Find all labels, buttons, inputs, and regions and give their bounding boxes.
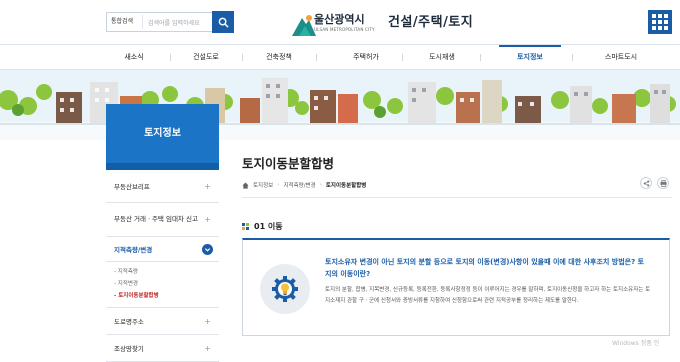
lnb-item-label: 부동산 거래ㆍ주택 임대차 신고 xyxy=(114,215,198,223)
lnb-item-label: 부동산브리프 xyxy=(114,183,150,191)
nav-divider xyxy=(402,54,403,61)
grid-icon xyxy=(652,14,656,18)
lnb-item-road-address[interactable]: 도로명주소 + xyxy=(106,308,219,335)
page-title: 토지이동분할합병 xyxy=(242,156,335,171)
search-button[interactable] xyxy=(212,11,234,33)
nav-divider xyxy=(316,54,317,61)
search-scope-select[interactable]: 통합검색 xyxy=(107,15,143,29)
gnb-item-regeneration[interactable]: 도시재생 xyxy=(411,45,473,69)
chevron-down-icon[interactable] xyxy=(202,243,213,255)
lnb-item-label: 조상땅찾기 xyxy=(114,345,144,353)
lnb-item-real-estate-brief[interactable]: 부동산브리프 + xyxy=(106,170,219,203)
lightbulb-gear-icon xyxy=(272,276,298,302)
divider xyxy=(242,197,672,198)
lnb-item-transaction-report[interactable]: 부동산 거래ㆍ주택 임대차 신고 + xyxy=(106,203,219,237)
nav-divider xyxy=(572,54,573,61)
info-illustration xyxy=(260,264,310,314)
info-box: 토지소유자 변경이 아닌 토지의 분할 등으로 토지의 이동(변경)사항이 있을… xyxy=(242,238,670,336)
breadcrumb-current: 토지이동분할합병 xyxy=(325,183,367,189)
plus-icon: + xyxy=(204,343,211,353)
logo-name: 울산광역시 xyxy=(314,13,365,26)
share-icon xyxy=(643,180,649,186)
main-nav: 새소식 건설도로 건축정책 주택허가 도시재생 토지정보 스마트도시 xyxy=(0,44,680,70)
plus-icon: + xyxy=(204,215,211,224)
gnb-item-news[interactable]: 새소식 xyxy=(103,45,165,69)
lnb-sub-survey[interactable]: - 지적측량 xyxy=(114,266,219,278)
nav-divider xyxy=(480,54,481,61)
lnb-item-label: 지적측량/변경 xyxy=(114,246,153,254)
lnb-title-bar xyxy=(106,163,219,170)
print-icon xyxy=(659,179,667,187)
section-heading: 01 이동 xyxy=(242,221,283,232)
city-banner xyxy=(0,70,680,140)
nav-divider xyxy=(242,54,243,61)
lnb-sub-change[interactable]: - 지적변경 xyxy=(114,278,219,290)
gnb-item-smartcity[interactable]: 스마트도시 xyxy=(590,45,652,69)
info-box-description: 토지의 분할, 합병, 지목변경, 신규등록, 등록전환, 등록사항정정 등이 … xyxy=(325,287,651,304)
gnb-item-construction[interactable]: 건설도로 xyxy=(175,45,237,69)
breadcrumb-separator: › xyxy=(277,182,280,188)
gnb-item-land[interactable]: 토지정보 xyxy=(499,45,561,69)
print-button[interactable] xyxy=(657,177,669,189)
breadcrumb-item[interactable]: 토지정보 xyxy=(253,181,273,189)
lnb-submenu: - 지적측량 - 지적변경 - 토지이동분할합병 xyxy=(106,262,219,308)
lnb-title: 토지정보 xyxy=(106,104,219,170)
lnb-item-ancestor-land[interactable]: 조상땅찾기 + xyxy=(106,335,219,362)
section-title: 01 이동 xyxy=(254,222,283,231)
nav-divider xyxy=(170,54,171,61)
plus-icon: + xyxy=(204,181,211,191)
logo-subtitle: ULSAN METROPOLITAN CITY xyxy=(314,27,375,32)
all-menu-button[interactable] xyxy=(648,10,672,34)
home-icon[interactable] xyxy=(242,181,249,189)
search-icon xyxy=(218,17,229,28)
lnb-item-label: 도로명주소 xyxy=(114,318,144,326)
gnb-item-architecture[interactable]: 건축정책 xyxy=(248,45,310,69)
lnb-sub-land-move[interactable]: - 토지이동분할합병 xyxy=(114,290,219,302)
site-header: 통합검색 검색어를 입력하세요 울산광역시 ULSAN METROPOLITAN… xyxy=(0,0,680,44)
site-title: 건설/주택/토지 xyxy=(388,15,474,30)
gnb-item-housing[interactable]: 주택허가 xyxy=(335,45,397,69)
plus-icon: + xyxy=(204,316,211,326)
share-button[interactable] xyxy=(640,177,652,189)
breadcrumb-item[interactable]: 지적측량/변경 xyxy=(283,181,315,189)
side-nav: 부동산브리프 + 부동산 거래ㆍ주택 임대차 신고 + 지적측량/변경 - 지적… xyxy=(106,170,219,362)
section-bullet-icon xyxy=(242,222,250,231)
info-box-title: 토지소유자 변경이 아닌 토지의 분할 등으로 토지의 이동(변경)사항이 있을… xyxy=(325,258,645,278)
breadcrumb-separator: › xyxy=(319,182,322,188)
lnb-item-survey[interactable]: 지적측량/변경 xyxy=(106,237,219,262)
breadcrumb: 토지정보 › 지적측량/변경 › 토지이동분할합병 xyxy=(242,179,366,191)
